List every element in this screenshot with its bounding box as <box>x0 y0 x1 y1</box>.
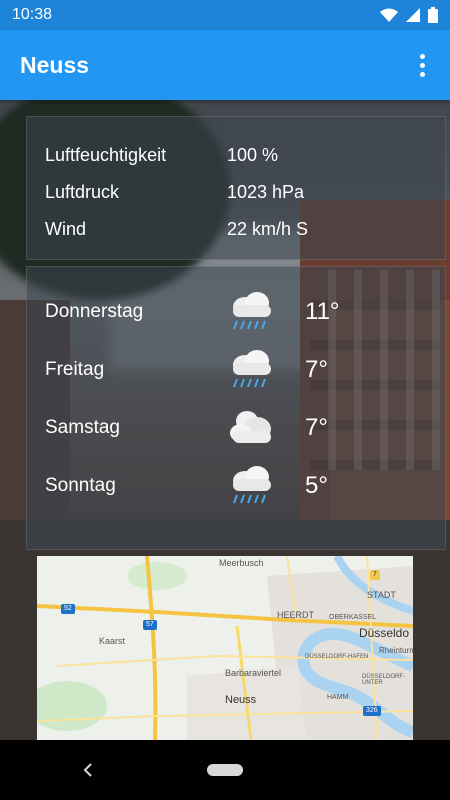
overflow-menu-button[interactable] <box>410 45 434 85</box>
map-label-barbaraviertel: Barbaraviertel <box>225 668 282 678</box>
forecast-card: Donnerstag 11° Freitag 7° Samstag 7° Son… <box>26 266 446 550</box>
more-vert-icon <box>419 53 425 59</box>
forecast-day: Freitag <box>45 359 105 380</box>
detail-label: Luftfeuchtigkeit <box>45 145 167 165</box>
rain-cloud-icon <box>233 466 271 504</box>
map-label-rheinturm: Rheinturm <box>379 646 413 655</box>
road-badge-b7: 7 <box>370 570 380 580</box>
road-badge-a52: 52 <box>61 604 75 614</box>
detail-value: 100 % <box>227 145 279 165</box>
detail-label: Luftdruck <box>45 182 120 202</box>
detail-row-humidity: Luftfeuchtigkeit 100 % <box>45 137 445 174</box>
battery-icon <box>428 7 438 23</box>
forecast-temp: 7° <box>305 356 328 383</box>
rain-cloud-icon <box>233 292 271 330</box>
status-time: 10:38 <box>12 6 53 23</box>
back-icon[interactable] <box>78 760 98 780</box>
detail-value: 1023 hPa <box>227 182 305 202</box>
forecast-day: Donnerstag <box>45 301 144 322</box>
detail-row-wind: Wind 22 km/h S <box>45 211 445 248</box>
rain-cloud-icon <box>233 350 271 388</box>
road-badge-b326: 326 <box>363 706 381 716</box>
current-details-card: Luftfeuchtigkeit 100 % Luftdruck 1023 hP… <box>26 116 446 260</box>
forecast-temp: 11° <box>305 298 340 325</box>
forecast-day: Sonntag <box>45 475 116 496</box>
location-map[interactable]: Meerbusch STADT HEERDT OBERKASSEL Düssel… <box>37 556 413 740</box>
map-label-meerbusch: Meerbusch <box>219 558 264 568</box>
map-label-hamm: HAMM <box>327 694 349 701</box>
home-button[interactable] <box>207 764 243 776</box>
map-label-kaarst: Kaarst <box>99 636 126 646</box>
map-label-oberkassel: OBERKASSEL <box>329 614 377 621</box>
forecast-day: Samstag <box>45 417 120 438</box>
app-title: Neuss <box>20 51 90 78</box>
map-label-duesseldorf-hafen: DÜSSELDORF-HAFEN <box>305 654 369 660</box>
forecast-row[interactable]: Freitag 7° <box>45 341 445 399</box>
forecast-row[interactable]: Donnerstag 11° <box>45 283 445 341</box>
forecast-temp: 5° <box>305 472 328 499</box>
road-badge-a57: 57 <box>143 620 157 630</box>
map-label-stadt: STADT <box>367 590 396 600</box>
detail-value: 22 km/h S <box>227 219 309 239</box>
cloud-icon <box>230 411 271 443</box>
map-label-duesseldorf: Düsseldo <box>359 626 410 640</box>
forecast-temp: 7° <box>305 414 328 441</box>
forecast-row[interactable]: Samstag 7° <box>45 399 445 457</box>
map-label-heerdt: HEERDT <box>277 610 315 620</box>
cell-signal-icon <box>406 8 420 22</box>
app-bar: Neuss <box>0 30 450 100</box>
detail-row-pressure: Luftdruck 1023 hPa <box>45 174 445 211</box>
wifi-icon <box>380 8 398 22</box>
map-label-duesseldorf-unter: DÜSSELDORF-UNTER <box>362 674 406 686</box>
map-graphic <box>37 556 413 740</box>
forecast-row[interactable]: Sonntag 5° <box>45 457 445 515</box>
detail-label: Wind <box>45 219 87 239</box>
status-bar: 10:38 <box>0 0 450 30</box>
map-label-neuss: Neuss <box>225 694 257 706</box>
system-nav-bar <box>0 740 450 800</box>
